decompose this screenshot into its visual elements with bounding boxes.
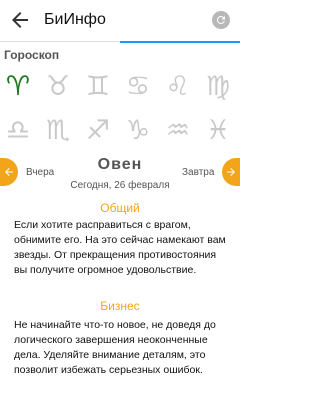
- refresh-icon[interactable]: [212, 11, 230, 29]
- zodiac-grid: ♈ ♉ ♊ ♋ ♌ ♍ ♎ ♏ ♐ ♑ ♒ ♓: [0, 68, 240, 148]
- next-day-label[interactable]: Завтра: [182, 167, 214, 178]
- general-section-text: Если хотите расправиться с врагом, обним…: [14, 219, 226, 276]
- app-bar: БиИнфо: [0, 0, 240, 43]
- date-label: Сегодня, 26 февраля: [70, 180, 170, 191]
- cancer-icon[interactable]: ♋: [122, 70, 154, 102]
- app-title: БиИнфо: [44, 11, 106, 28]
- virgo-icon[interactable]: ♍: [202, 70, 234, 102]
- horoscope-section-title: Гороскоп: [4, 48, 60, 62]
- capricorn-icon[interactable]: ♑: [122, 114, 154, 146]
- general-section-title: Общий: [100, 201, 140, 215]
- leo-icon[interactable]: ♌: [162, 70, 194, 102]
- taurus-icon[interactable]: ♉: [42, 70, 74, 102]
- gemini-icon[interactable]: ♊: [82, 70, 114, 102]
- back-arrow-icon[interactable]: [8, 8, 32, 32]
- pisces-icon[interactable]: ♓: [202, 114, 234, 146]
- business-section-title: Бизнес: [100, 299, 140, 313]
- arrow-right-icon: [227, 168, 235, 176]
- libra-icon[interactable]: ♎: [2, 114, 34, 146]
- aquarius-icon[interactable]: ♒: [162, 114, 194, 146]
- business-section-text: Не начинайте что-то новое, не доведя до …: [14, 319, 216, 376]
- aries-icon[interactable]: ♈: [2, 70, 34, 102]
- scorpio-icon[interactable]: ♏: [42, 114, 74, 146]
- sagittarius-icon[interactable]: ♐: [82, 114, 114, 146]
- tab-indicator: [120, 41, 240, 43]
